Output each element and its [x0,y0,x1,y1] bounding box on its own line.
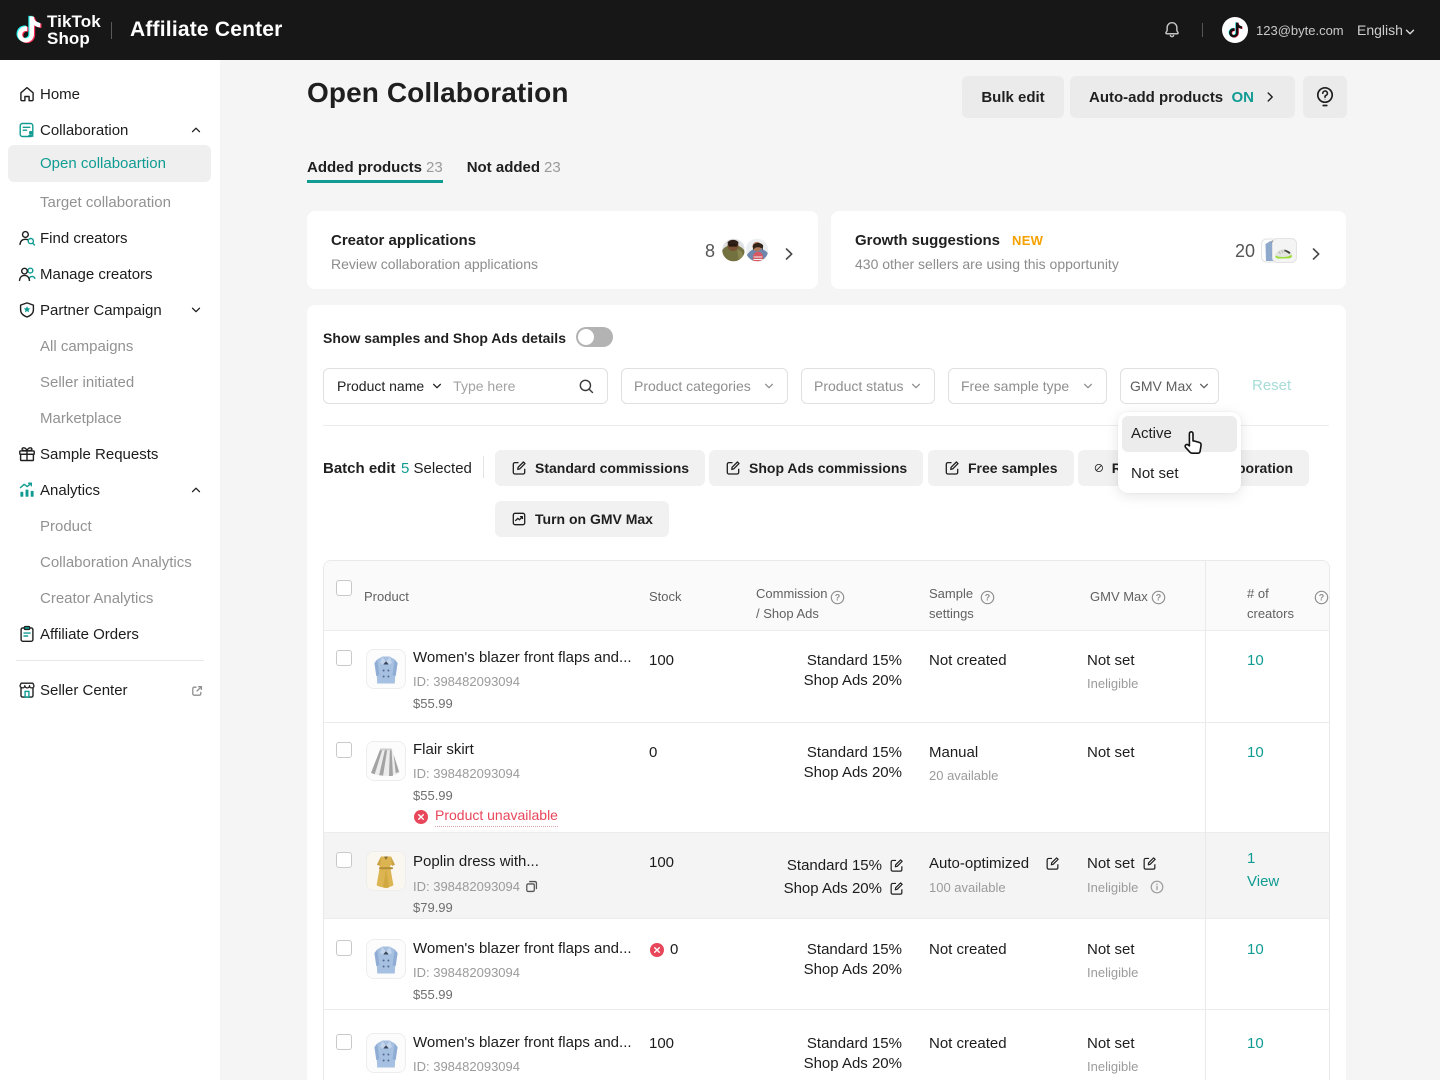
svg-text:?: ? [1156,593,1162,603]
svg-text:?: ? [985,593,991,603]
svg-text:?: ? [1319,593,1325,603]
svg-text:?: ? [835,593,841,603]
